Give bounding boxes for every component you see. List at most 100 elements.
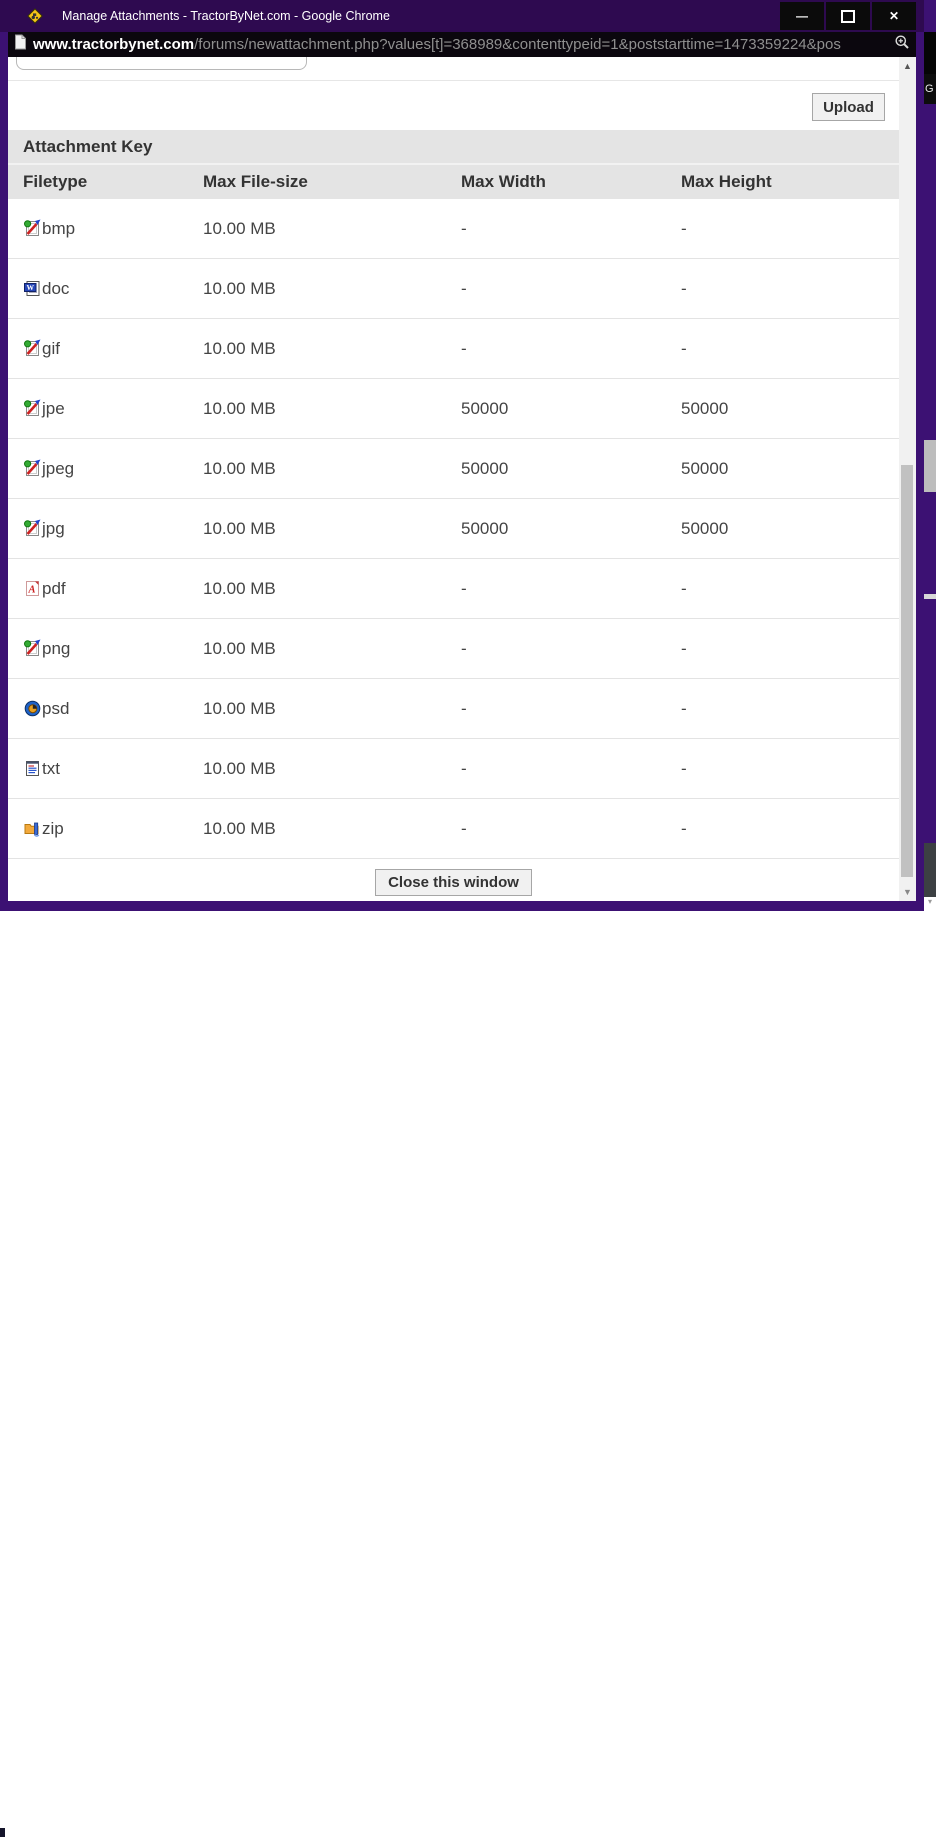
table-row: txt 10.00 MB - - xyxy=(8,739,899,799)
filetype-cell: jpe xyxy=(23,399,203,419)
image-file-icon xyxy=(23,219,42,238)
filetype-cell: Wdoc xyxy=(23,279,203,299)
table-row: jpeg 10.00 MB 50000 50000 xyxy=(8,439,899,499)
close-this-window-button[interactable]: Close this window xyxy=(375,869,532,896)
image-file-icon xyxy=(23,339,42,358)
filetype-cell: bmp xyxy=(23,219,203,239)
max-filesize-value: 10.00 MB xyxy=(203,819,461,839)
background-below-window xyxy=(0,911,924,926)
zoom-icon[interactable] xyxy=(894,34,910,55)
filetype-label: doc xyxy=(42,279,69,299)
filetype-label: pdf xyxy=(42,579,66,599)
zip-file-icon xyxy=(23,819,42,838)
max-height-value: - xyxy=(681,699,899,719)
filetype-label: gif xyxy=(42,339,60,359)
scroll-down-arrow-icon[interactable]: ▼ xyxy=(899,883,916,901)
vertical-scrollbar[interactable]: ▲ ▼ xyxy=(899,57,916,901)
max-width-value: - xyxy=(461,219,681,239)
filetype-cell: jpg xyxy=(23,519,203,539)
table-row: psd 10.00 MB - - xyxy=(8,679,899,739)
max-filesize-value: 10.00 MB xyxy=(203,579,461,599)
max-width-value: 50000 xyxy=(461,399,681,419)
window-border-right xyxy=(916,32,924,911)
max-filesize-value: 10.00 MB xyxy=(203,459,461,479)
attachment-file-input[interactable] xyxy=(16,57,307,70)
max-height-value: - xyxy=(681,339,899,359)
max-filesize-value: 10.00 MB xyxy=(203,219,461,239)
screen: Manage Attachments - TractorByNet.com - … xyxy=(0,0,936,926)
table-row: Wdoc 10.00 MB - - xyxy=(8,259,899,319)
popup-content: Upload Attachment Key Filetype Max File-… xyxy=(8,57,899,901)
max-filesize-value: 10.00 MB xyxy=(203,759,461,779)
max-height-value: - xyxy=(681,819,899,839)
max-filesize-value: 10.00 MB xyxy=(203,699,461,719)
max-width-value: - xyxy=(461,699,681,719)
attachment-key-title: Attachment Key xyxy=(23,137,152,157)
max-height-value: - xyxy=(681,639,899,659)
url-bar[interactable]: www.tractorbynet.com/forums/newattachmen… xyxy=(8,32,916,57)
background-scrollbar-fragment xyxy=(924,440,936,492)
table-row: gif 10.00 MB - - xyxy=(8,319,899,379)
filetype-cell: txt xyxy=(23,759,203,779)
max-width-value: - xyxy=(461,339,681,359)
filetype-label: zip xyxy=(42,819,64,839)
scrollbar-thumb[interactable] xyxy=(901,465,913,877)
background-right-strip: G ▾ xyxy=(924,0,936,926)
filetype-label: bmp xyxy=(42,219,75,239)
filetype-label: png xyxy=(42,639,70,659)
background-fragment: ▾ xyxy=(924,897,936,926)
upload-button[interactable]: Upload xyxy=(812,93,885,121)
close-row: Close this window xyxy=(8,869,899,896)
text-file-icon xyxy=(23,759,42,778)
window-titlebar: Manage Attachments - TractorByNet.com - … xyxy=(0,0,936,32)
minimize-button[interactable]: — xyxy=(780,2,824,30)
close-window-button[interactable]: ✕ xyxy=(872,2,916,30)
word-doc-icon: W xyxy=(23,279,42,298)
table-row: Apdf 10.00 MB - - xyxy=(8,559,899,619)
maximize-button[interactable] xyxy=(826,2,870,30)
max-height-value: - xyxy=(681,279,899,299)
filetype-cell: jpeg xyxy=(23,459,203,479)
max-filesize-value: 10.00 MB xyxy=(203,279,461,299)
max-height-value: - xyxy=(681,759,899,779)
max-height-value: 50000 xyxy=(681,519,899,539)
max-width-value: - xyxy=(461,759,681,779)
psd-file-icon xyxy=(23,699,42,718)
column-header-max-height: Max Height xyxy=(681,172,899,192)
filetype-cell: Apdf xyxy=(23,579,203,599)
window-border-left xyxy=(0,32,8,911)
svg-text:W: W xyxy=(26,283,34,292)
column-header-max-width: Max Width xyxy=(461,172,681,192)
maximize-icon xyxy=(841,10,855,23)
filetype-label: txt xyxy=(42,759,60,779)
max-height-value: - xyxy=(681,579,899,599)
background-g-badge: G xyxy=(924,74,936,104)
max-height-value: 50000 xyxy=(681,459,899,479)
url-path: /forums/newattachment.php?values[t]=3689… xyxy=(194,36,841,53)
attachment-table-body: bmp 10.00 MB - - Wdoc 10.00 MB - - gif 1… xyxy=(8,199,899,859)
scroll-up-arrow-icon[interactable]: ▲ xyxy=(899,57,916,75)
max-filesize-value: 10.00 MB xyxy=(203,399,461,419)
window-title: Manage Attachments - TractorByNet.com - … xyxy=(62,0,390,32)
column-header-filetype: Filetype xyxy=(23,172,203,192)
filetype-label: jpe xyxy=(42,399,65,419)
table-row: jpe 10.00 MB 50000 50000 xyxy=(8,379,899,439)
window-border-bottom xyxy=(0,901,924,911)
filetype-cell: gif xyxy=(23,339,203,359)
background-fragment xyxy=(0,1828,5,1837)
max-filesize-value: 10.00 MB xyxy=(203,339,461,359)
background-scrollbar-fragment xyxy=(924,843,936,897)
max-width-value: - xyxy=(461,639,681,659)
max-filesize-value: 10.00 MB xyxy=(203,639,461,659)
table-row: png 10.00 MB - - xyxy=(8,619,899,679)
max-width-value: 50000 xyxy=(461,459,681,479)
filetype-label: jpg xyxy=(42,519,65,539)
filetype-label: jpeg xyxy=(42,459,74,479)
max-height-value: - xyxy=(681,219,899,239)
max-filesize-value: 10.00 MB xyxy=(203,519,461,539)
max-width-value: 50000 xyxy=(461,519,681,539)
tractorbynet-favicon-icon xyxy=(27,8,43,24)
max-width-value: - xyxy=(461,579,681,599)
image-file-icon xyxy=(23,459,42,478)
table-column-headers: Filetype Max File-size Max Width Max Hei… xyxy=(8,165,899,199)
